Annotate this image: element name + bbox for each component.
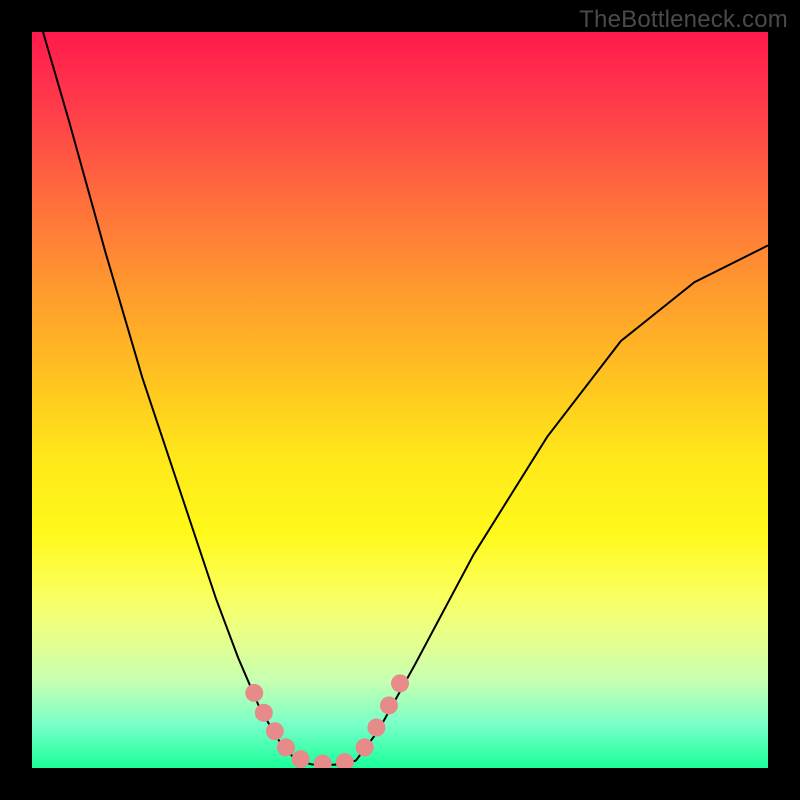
data-marker (277, 738, 295, 756)
watermark-text: TheBottleneck.com (579, 6, 788, 34)
left-branch-line (43, 32, 297, 761)
data-marker (255, 704, 273, 722)
data-marker (336, 753, 354, 768)
data-marker (314, 755, 332, 768)
data-marker (292, 750, 310, 768)
right-branch-line (356, 245, 768, 760)
chart-svg (32, 32, 768, 768)
data-marker (356, 738, 374, 756)
data-marker (367, 719, 385, 737)
data-marker (391, 674, 409, 692)
data-marker (266, 722, 284, 740)
data-marker (380, 696, 398, 714)
data-marker (245, 684, 263, 702)
curve-group (43, 32, 768, 765)
